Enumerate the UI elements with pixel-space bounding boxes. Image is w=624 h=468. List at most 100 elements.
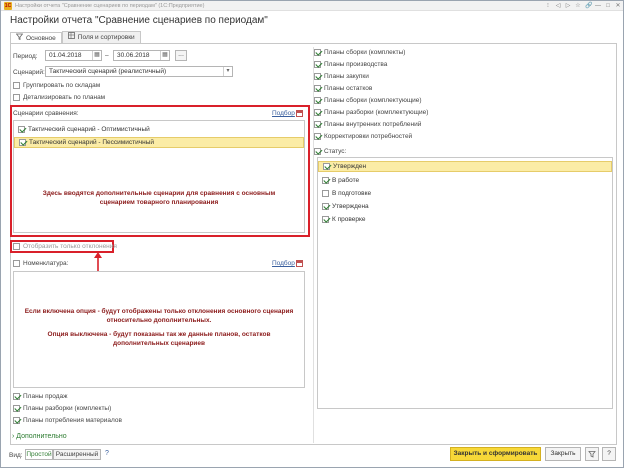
period-to-field[interactable]: 30.06.2018 ▦	[113, 50, 170, 61]
plan-checkbox[interactable]: Корректировки потребностей	[314, 133, 412, 140]
checkbox-box[interactable]	[322, 177, 329, 184]
checkbox-box[interactable]	[322, 203, 329, 210]
list-item[interactable]: В подготовке	[318, 188, 612, 199]
help-link-icon[interactable]: ?	[105, 450, 109, 457]
period-label: Период:	[13, 53, 38, 60]
checkbox-box[interactable]	[314, 73, 321, 80]
deviations-only-checkbox[interactable]: Отобразить только отклонения	[13, 243, 117, 250]
group-by-warehouse-checkbox[interactable]: Группировать по складам	[13, 82, 100, 89]
status-list[interactable]: Утвержден В работе В подготовке Утвержде…	[317, 157, 613, 409]
tab-fields-sorting[interactable]: Поля и сортировки	[61, 31, 141, 43]
link-icon[interactable]: 🔗	[585, 1, 592, 11]
checkbox-box[interactable]	[314, 61, 321, 68]
calendar-icon[interactable]: ▦	[92, 51, 101, 60]
detail-by-plans-checkbox[interactable]: Детализировать по планам	[13, 94, 105, 101]
chevron-down-icon[interactable]: ▾	[223, 67, 232, 76]
checkbox-label: Планы сборки (комплектующие)	[324, 97, 422, 104]
status-checkbox[interactable]: Статус:	[314, 148, 346, 155]
compare-scenarios-label: Сценарии сравнения:	[13, 110, 79, 117]
plan-checkbox[interactable]: Планы сборки (комплекты)	[314, 49, 405, 56]
checkbox-label: Корректировки потребностей	[324, 133, 413, 140]
checkbox-label: Планы сборки (комплекты)	[324, 49, 406, 56]
plan-checkbox[interactable]: Планы внутренних потреблений	[314, 121, 421, 128]
checkbox-box[interactable]	[13, 260, 20, 267]
help-button[interactable]: ?	[602, 447, 616, 461]
checkbox-label: Планы потребления материалов	[23, 417, 122, 424]
checkbox-box[interactable]	[13, 417, 20, 424]
back-icon[interactable]: ◁	[555, 1, 561, 11]
checkbox-label: Детализировать по планам	[23, 94, 106, 101]
plan-checkbox[interactable]: Планы закупки	[314, 73, 369, 80]
plan-checkbox[interactable]: Планы производства	[314, 61, 387, 68]
compare-scenarios-list[interactable]: Тактический сценарий - Оптимистичный Так…	[13, 120, 305, 233]
checkbox-box[interactable]	[13, 94, 20, 101]
checkbox-box[interactable]	[314, 133, 321, 140]
menu-dots-icon[interactable]: ⁝	[545, 1, 551, 11]
list-item[interactable]: Утверждена	[318, 201, 612, 212]
scenario-value: Тактический сценарий (реалистичный)	[49, 68, 167, 75]
list-item-label: Утвержден	[333, 163, 367, 170]
period-to-value: 30.06.2018	[117, 52, 150, 59]
checkbox-box[interactable]	[18, 126, 25, 133]
checkbox-box[interactable]	[314, 85, 321, 92]
title-bar: 1С Настройки отчета "Сравнение сценариев…	[1, 1, 623, 11]
view-extended-button[interactable]: Расширенный	[53, 449, 101, 460]
checkbox-box[interactable]	[314, 97, 321, 104]
close-button[interactable]: Закрыть	[545, 447, 581, 461]
checkbox-box[interactable]	[323, 163, 330, 170]
checkbox-box[interactable]	[322, 216, 329, 223]
checkbox-box[interactable]	[13, 393, 20, 400]
plan-checkbox[interactable]: Планы сборки (комплектующие)	[314, 97, 422, 104]
pick-list-icon[interactable]	[296, 260, 303, 267]
annotation-line: сценарием товарного планирования	[99, 199, 219, 207]
table-icon	[67, 32, 75, 43]
period-select-button[interactable]: ...	[175, 50, 187, 61]
forward-icon[interactable]: ▷	[565, 1, 571, 11]
checkbox-label: Отобразить только отклонения	[23, 243, 117, 250]
list-item[interactable]: К проверке	[318, 214, 612, 225]
nomenclature-checkbox[interactable]: Номенклатура:	[13, 260, 68, 267]
checkbox-box[interactable]	[13, 243, 20, 250]
list-item[interactable]: Тактический сценарий - Оптимистичный	[14, 124, 304, 135]
list-item-selected[interactable]: Тактический сценарий - Пессимистичный	[14, 137, 304, 148]
checkbox-label: Планы разборки (комплекты)	[23, 405, 112, 412]
close-and-build-button[interactable]: Закрыть и сформировать	[450, 447, 541, 461]
settings-button[interactable]	[585, 447, 599, 461]
nomenclature-list[interactable]: Если включена опция - будут отображены т…	[13, 271, 305, 388]
checkbox-box[interactable]	[314, 148, 321, 155]
scenario-select[interactable]: Тактический сценарий (реалистичный) ▾	[45, 66, 233, 77]
compare-scenarios-pick-link[interactable]: Подбор	[272, 110, 295, 117]
checkbox-box[interactable]	[13, 82, 20, 89]
list-item[interactable]: В работе	[318, 175, 612, 186]
checkbox-box[interactable]	[314, 49, 321, 56]
checkbox-box[interactable]	[19, 139, 26, 146]
star-icon[interactable]: ☆	[575, 1, 581, 11]
close-icon[interactable]: ✕	[615, 1, 621, 11]
list-item-label: Тактический сценарий - Пессимистичный	[29, 139, 155, 146]
filter-icon	[15, 33, 24, 44]
period-from-field[interactable]: 01.04.2018 ▦	[45, 50, 102, 61]
pick-list-icon[interactable]	[296, 110, 303, 117]
plan-materials-consumption-checkbox[interactable]: Планы потребления материалов	[13, 417, 122, 424]
calendar-icon[interactable]: ▦	[160, 51, 169, 60]
checkbox-box[interactable]	[314, 121, 321, 128]
checkbox-box[interactable]	[322, 190, 329, 197]
nomenclature-pick-link[interactable]: Подбор	[272, 260, 295, 267]
checkbox-box[interactable]	[13, 405, 20, 412]
maximize-icon[interactable]: □	[605, 1, 611, 11]
plan-sales-checkbox[interactable]: Планы продаж	[13, 393, 68, 400]
tab-bar: Основное Поля и сортировки	[10, 31, 141, 44]
more-section-toggle[interactable]: › Дополнительно	[12, 433, 67, 440]
minimize-icon[interactable]: —	[595, 1, 601, 11]
period-from-value: 01.04.2018	[49, 52, 82, 59]
view-simple-button[interactable]: Простой	[25, 449, 53, 460]
list-item-selected[interactable]: Утвержден	[318, 161, 612, 172]
checkbox-box[interactable]	[314, 109, 321, 116]
list-item-label: В работе	[332, 177, 360, 184]
checkbox-label: Статус:	[324, 148, 347, 155]
plan-checkbox[interactable]: Планы остатков	[314, 85, 372, 92]
plan-disassembly-kits-checkbox[interactable]: Планы разборки (комплекты)	[13, 405, 111, 412]
plan-checkbox[interactable]: Планы разборки (комплектующие)	[314, 109, 428, 116]
annotation-option-off: Опция выключена - будут показаны так же …	[14, 330, 304, 349]
annotation-line: дополнительных сценариев	[112, 340, 206, 348]
